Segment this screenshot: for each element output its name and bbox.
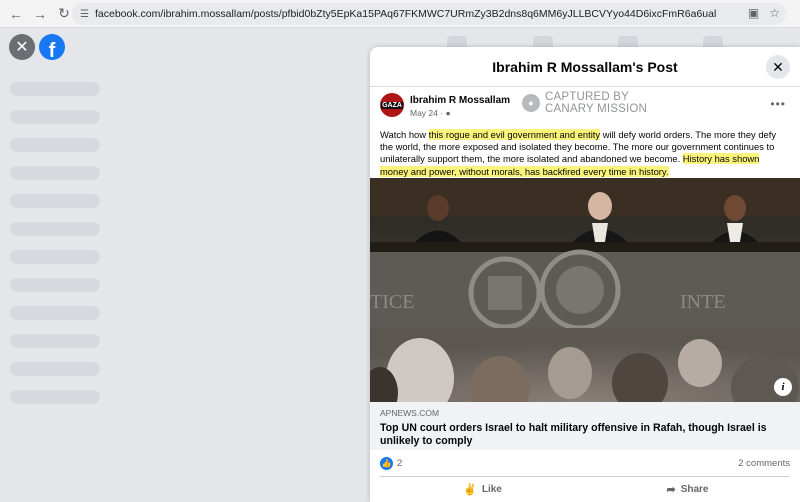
- svg-text:TICE: TICE: [370, 291, 414, 313]
- modal-header: Ibrahim R Mossallam's Post ✕: [370, 47, 800, 87]
- post-modal: Ibrahim R Mossallam's Post ✕ GAZA Ibrahi…: [370, 47, 800, 502]
- browser-toolbar: ← → ↻ ☰ facebook.com/ibrahim.mossallam/p…: [0, 0, 800, 28]
- action-bar: ✌ Like ➦ Share: [380, 476, 790, 502]
- share-label: Share: [680, 484, 709, 495]
- bookmark-star-icon[interactable]: ☆: [769, 6, 780, 20]
- close-icon: ✕: [772, 58, 784, 75]
- back-icon[interactable]: ←: [4, 2, 28, 26]
- share-button[interactable]: ➦ Share: [585, 477, 790, 502]
- watermark: ● CAPTURED BY CANARY MISSION: [522, 91, 647, 115]
- reactions-bar: 👍 2 2 comments: [370, 452, 800, 474]
- post-text: Watch how this rogue and evil government…: [370, 129, 800, 181]
- link-title: Top UN court orders Israel to halt milit…: [380, 422, 767, 447]
- like-reaction-icon[interactable]: 👍: [380, 456, 393, 470]
- comment-count[interactable]: 2 comments: [738, 458, 790, 469]
- cast-icon[interactable]: ▣: [748, 6, 759, 20]
- link-domain: APNEWS.COM: [380, 408, 440, 418]
- post-image[interactable]: TICE INTE i: [370, 178, 800, 402]
- address-bar[interactable]: ☰ facebook.com/ibrahim.mossallam/posts/p…: [72, 3, 786, 25]
- close-viewer-button[interactable]: ✕: [9, 34, 35, 60]
- close-icon: ✕: [15, 39, 29, 56]
- facebook-logo[interactable]: f: [39, 34, 65, 60]
- svg-text:INTE: INTE: [680, 291, 726, 313]
- post-header: GAZA Ibrahim R Mossallam May 24 · ● ● CA…: [370, 91, 800, 129]
- watermark-line1: CAPTURED BY: [545, 91, 629, 103]
- courtroom-photo: TICE INTE: [370, 178, 800, 402]
- post-text-segment: Watch how: [380, 129, 429, 140]
- watermark-line2: CANARY MISSION: [545, 103, 648, 115]
- avatar[interactable]: GAZA: [380, 93, 404, 117]
- reaction-count[interactable]: 2: [397, 458, 402, 469]
- url-text: facebook.com/ibrahim.mossallam/posts/pfb…: [94, 8, 717, 20]
- like-button[interactable]: ✌ Like: [380, 477, 585, 502]
- modal-title: Ibrahim R Mossallam's Post: [492, 58, 678, 75]
- canary-mission-icon: ●: [522, 94, 540, 112]
- author-name[interactable]: Ibrahim R Mossallam: [410, 95, 510, 106]
- share-icon: ➦: [666, 484, 676, 496]
- more-options-icon[interactable]: •••: [770, 97, 786, 111]
- info-icon[interactable]: i: [774, 378, 792, 396]
- forward-icon[interactable]: →: [28, 2, 52, 26]
- thumbs-up-icon: ✌: [463, 484, 477, 496]
- site-info-icon[interactable]: ☰: [80, 9, 89, 20]
- like-label: Like: [481, 484, 502, 495]
- post-text-highlight: this rogue and evil government and entit…: [428, 129, 601, 140]
- post-date[interactable]: May 24 · ●: [410, 108, 451, 118]
- globe-icon: ●: [445, 108, 451, 118]
- modal-close-button[interactable]: ✕: [766, 55, 790, 79]
- link-preview[interactable]: APNEWS.COM Top UN court orders Israel to…: [370, 402, 800, 450]
